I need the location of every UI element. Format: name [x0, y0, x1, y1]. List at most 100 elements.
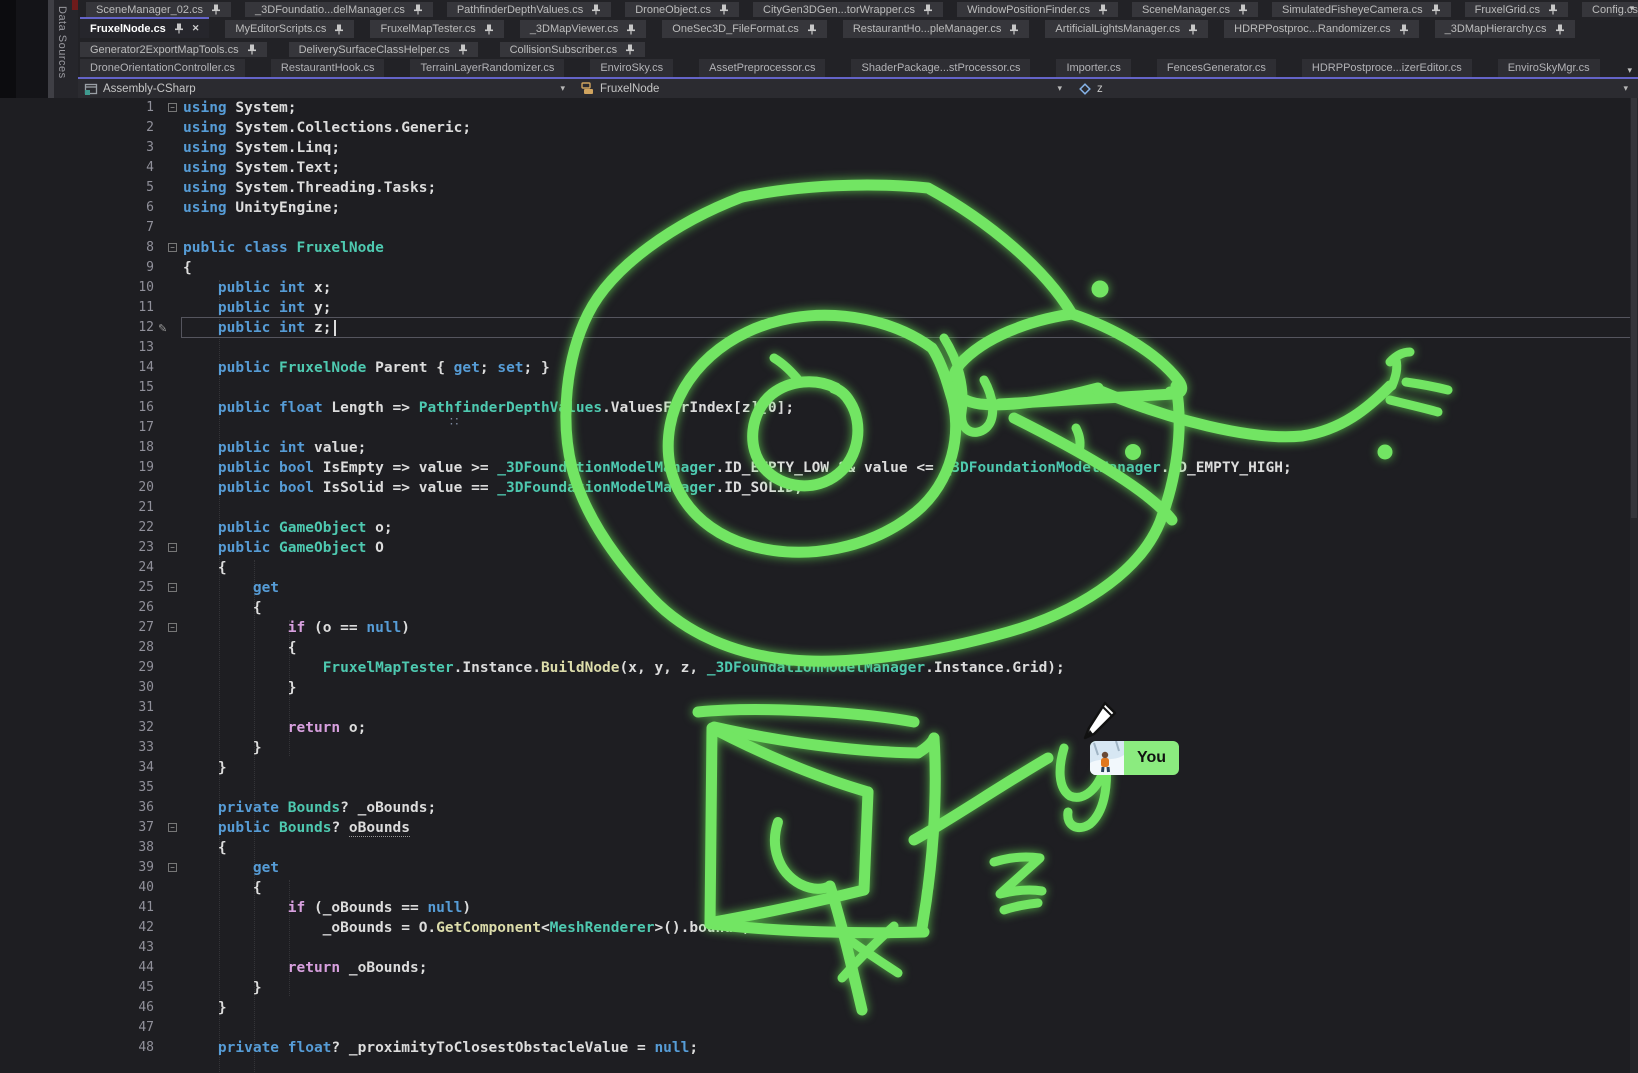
pin-icon[interactable] [1098, 4, 1108, 15]
pin-icon[interactable] [807, 24, 817, 35]
tab-Importer.cs[interactable]: Importer.cs [1056, 59, 1130, 77]
tab-SceneManager_02.cs[interactable]: SceneManager_02.cs [86, 2, 231, 17]
breadcrumb-type-segment[interactable]: FruxelNode ▾ [575, 79, 1072, 98]
tab-SceneManager.cs[interactable]: SceneManager.cs [1132, 2, 1258, 17]
code-text[interactable]: { [183, 878, 262, 898]
tab-RestaurantHo...pleManager.cs[interactable]: RestaurantHo...pleManager.cs [843, 20, 1030, 38]
code-text[interactable]: public float Length => PathfinderDepthVa… [183, 398, 794, 418]
tab-ArtificialLightsManager.cs[interactable]: ArtificialLightsManager.cs [1045, 20, 1208, 38]
code-text[interactable]: public int value; [183, 438, 366, 458]
data-sources-side-tab[interactable]: Data Sources [56, 6, 68, 79]
tab-PathfinderDepthValues.cs[interactable]: PathfinderDepthValues.cs [447, 2, 611, 17]
pin-icon[interactable] [211, 4, 221, 15]
pin-icon[interactable] [1399, 24, 1409, 35]
code-text[interactable]: public class FruxelNode [183, 238, 384, 258]
tab-AssetPreprocessor.cs[interactable]: AssetPreprocessor.cs [699, 59, 825, 77]
code-text[interactable]: } [183, 738, 262, 758]
code-text[interactable]: public FruxelNode Parent { get; set; } [183, 358, 550, 378]
tab-overflow-icon[interactable]: ▾ [1629, 4, 1634, 13]
code-text[interactable]: using System.Collections.Generic; [183, 118, 471, 138]
pin-icon[interactable] [413, 4, 423, 15]
scrollbar-thumb[interactable] [1631, 98, 1637, 518]
code-text[interactable]: { [183, 638, 297, 658]
breadcrumb-member-segment[interactable]: z ▾ [1072, 79, 1638, 98]
close-icon[interactable]: ✕ [192, 23, 200, 34]
code-text[interactable]: get [183, 858, 279, 878]
code-text[interactable]: using UnityEngine; [183, 198, 340, 218]
code-text[interactable]: public GameObject o; [183, 518, 393, 538]
code-text[interactable]: private float? _proximityToClosestObstac… [183, 1038, 698, 1058]
fold-marker[interactable]: − [168, 243, 177, 252]
pin-icon[interactable] [1548, 4, 1558, 15]
fold-marker[interactable]: − [168, 583, 177, 592]
pin-icon[interactable] [1009, 24, 1019, 35]
pin-icon[interactable] [923, 4, 933, 15]
pin-icon[interactable] [591, 4, 601, 15]
tab-TerrainLayerRandomizer.cs[interactable]: TerrainLayerRandomizer.cs [410, 59, 564, 77]
pin-icon[interactable] [1555, 24, 1565, 35]
tab-RestaurantHook.cs[interactable]: RestaurantHook.cs [271, 59, 385, 77]
code-text[interactable]: using System.Text; [183, 158, 340, 178]
pin-icon[interactable] [1188, 24, 1198, 35]
code-text[interactable]: _oBounds = O.GetComponent<MeshRenderer>(… [183, 918, 750, 938]
tab-MyEditorScripts.cs[interactable]: MyEditorScripts.cs [225, 20, 354, 38]
fold-marker[interactable]: − [168, 543, 177, 552]
code-text[interactable]: private Bounds? _oBounds; [183, 798, 436, 818]
code-text[interactable]: if (_oBounds == null) [183, 898, 471, 918]
pin-icon[interactable] [719, 4, 729, 15]
tab-FencesGenerator.cs[interactable]: FencesGenerator.cs [1157, 59, 1276, 77]
pin-icon[interactable] [247, 44, 257, 55]
code-text[interactable]: { [183, 598, 262, 618]
code-text[interactable]: public Bounds? oBounds [183, 818, 410, 838]
code-text[interactable]: public bool IsSolid => value == _3DFound… [183, 478, 803, 498]
pin-icon[interactable] [174, 23, 184, 34]
code-text[interactable]: return _oBounds; [183, 958, 427, 978]
code-text[interactable]: } [183, 678, 297, 698]
code-text[interactable]: get [183, 578, 279, 598]
tab-overflow-icon[interactable]: ▾ [1627, 66, 1632, 75]
tab-CityGen3DGen...torWrapper.cs[interactable]: CityGen3DGen...torWrapper.cs [753, 2, 943, 17]
tab-CollisionSubscriber.cs[interactable]: CollisionSubscriber.cs [500, 42, 646, 57]
tab-_3DFoundatio...delManager.cs[interactable]: _3DFoundatio...delManager.cs [245, 2, 433, 17]
code-text[interactable]: using System; [183, 98, 297, 118]
tab-DroneOrientationController.cs[interactable]: DroneOrientationController.cs [80, 59, 245, 77]
tab-DeliverySurfaceClassHelper.cs[interactable]: DeliverySurfaceClassHelper.cs [289, 42, 478, 57]
tab-FruxelMapTester.cs[interactable]: FruxelMapTester.cs [370, 20, 503, 38]
tab-EnviroSky.cs[interactable]: EnviroSky.cs [590, 59, 673, 77]
code-text[interactable]: return o; [183, 718, 366, 738]
pin-icon[interactable] [458, 44, 468, 55]
code-text[interactable]: if (o == null) [183, 618, 410, 638]
tab-EnviroSkyMgr.cs[interactable]: EnviroSkyMgr.cs [1498, 59, 1600, 77]
code-text[interactable]: public int y; [183, 298, 331, 318]
fold-marker[interactable]: − [168, 863, 177, 872]
tab-SimulatedFisheyeCamera.cs[interactable]: SimulatedFisheyeCamera.cs [1272, 2, 1451, 17]
code-text[interactable]: public int x; [183, 278, 331, 298]
code-text[interactable]: { [183, 258, 192, 278]
tab-OneSec3D_FileFormat.cs[interactable]: OneSec3D_FileFormat.cs [662, 20, 827, 38]
code-text[interactable]: using System.Threading.Tasks; [183, 178, 436, 198]
chevron-down-icon[interactable]: ▾ [1057, 83, 1062, 94]
tab-HDRPPostproc...Randomizer.cs[interactable]: HDRPPostproc...Randomizer.cs [1224, 20, 1419, 38]
tab-_3DMapHierarchy.cs[interactable]: _3DMapHierarchy.cs [1435, 20, 1575, 38]
tab-FruxelGrid.cs[interactable]: FruxelGrid.cs [1465, 2, 1568, 17]
chevron-down-icon[interactable]: ▾ [1623, 83, 1628, 94]
pin-icon[interactable] [626, 24, 636, 35]
pin-icon[interactable] [334, 24, 344, 35]
tab-_3DMapViewer.cs[interactable]: _3DMapViewer.cs [520, 20, 646, 38]
breadcrumb-project-segment[interactable]: Assembly-CSharp ▾ [78, 79, 575, 98]
tab-ShaderPackage...stProcessor.cs[interactable]: ShaderPackage...stProcessor.cs [851, 59, 1030, 77]
tab-DroneObject.cs[interactable]: DroneObject.cs [625, 2, 739, 17]
tab-WindowPositionFinder.cs[interactable]: WindowPositionFinder.cs [957, 2, 1118, 17]
code-text[interactable]: } [183, 998, 227, 1018]
code-text[interactable]: } [183, 978, 262, 998]
pin-icon[interactable] [484, 24, 494, 35]
fold-marker[interactable]: − [168, 623, 177, 632]
tab-HDRPPostproce...izerEditor.cs[interactable]: HDRPPostproce...izerEditor.cs [1302, 59, 1472, 77]
code-text[interactable]: FruxelMapTester.Instance.BuildNode(x, y,… [183, 658, 1065, 678]
fold-marker[interactable]: − [168, 823, 177, 832]
code-text[interactable]: } [183, 758, 227, 778]
code-text[interactable]: public bool IsEmpty => value >= _3DFound… [183, 458, 1292, 478]
code-text[interactable]: public GameObject O [183, 538, 384, 558]
code-text[interactable]: { [183, 558, 227, 578]
code-text[interactable]: { [183, 838, 227, 858]
